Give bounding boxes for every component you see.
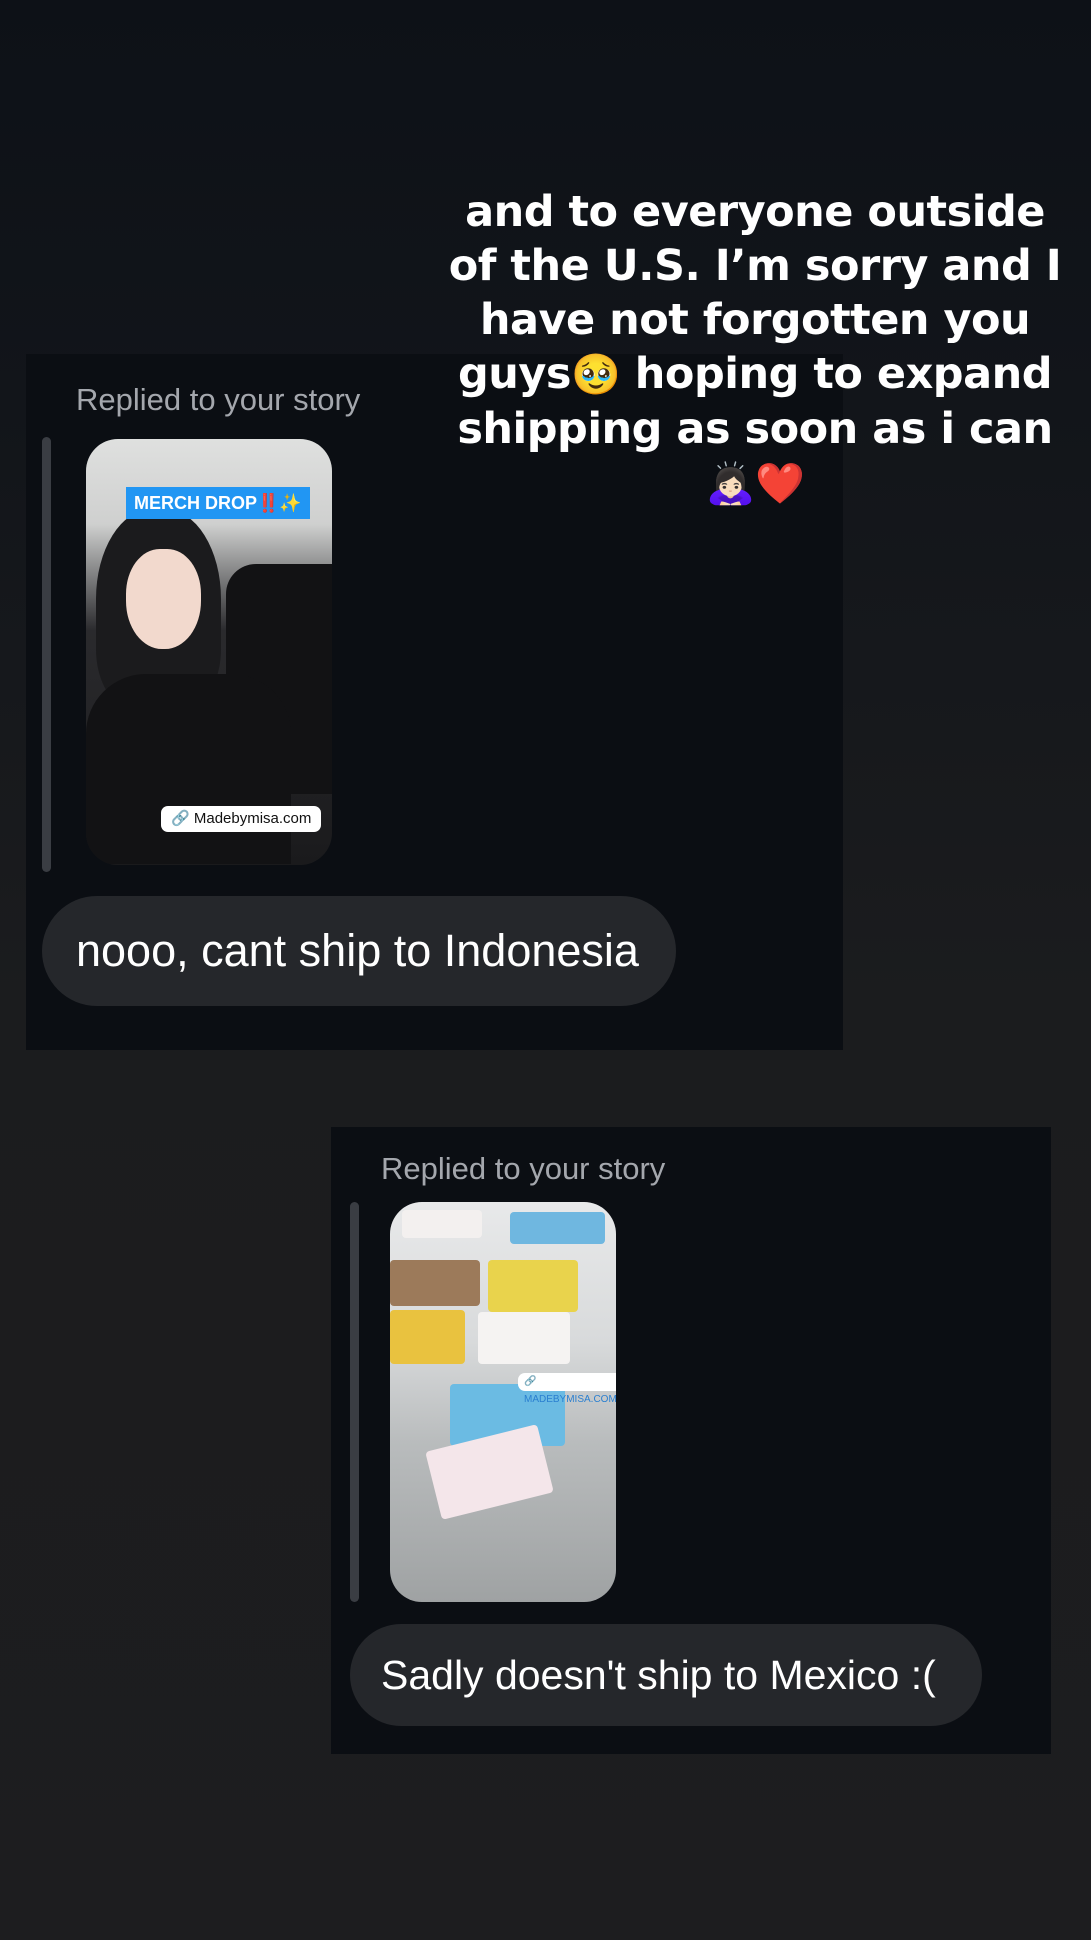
person-shirt bbox=[86, 674, 291, 864]
caption-text: hoping to expand bbox=[620, 349, 1053, 399]
note-card bbox=[402, 1210, 482, 1238]
note-card bbox=[488, 1260, 578, 1312]
note-card bbox=[390, 1310, 465, 1364]
note-card bbox=[425, 1424, 554, 1520]
quote-bar bbox=[42, 437, 51, 872]
bowing-woman-icon: 🙇🏻‍♀️ bbox=[705, 461, 756, 507]
pleading-face-icon: 🥹 bbox=[571, 352, 621, 398]
note-card bbox=[390, 1260, 480, 1306]
note-card bbox=[478, 1312, 570, 1364]
link-icon: 🔗 bbox=[524, 1376, 537, 1387]
red-heart-icon: ❤️ bbox=[755, 461, 805, 507]
link-text: Madebymisa.com bbox=[193, 810, 312, 827]
link-text: MADEBYMISA.COM bbox=[524, 1394, 616, 1405]
quote-bar bbox=[350, 1202, 359, 1602]
person-face bbox=[126, 549, 201, 649]
link-icon: 🔗 bbox=[171, 810, 190, 827]
link-sticker[interactable]: 🔗 Madebymisa.com bbox=[161, 806, 322, 832]
link-sticker[interactable]: 🔗 MADEBYMISA.COM bbox=[518, 1373, 616, 1405]
replied-label: Replied to your story bbox=[381, 1151, 666, 1186]
story-thumbnail[interactable]: MERCH DROP‼️✨ 🔗 Madebymisa.com bbox=[86, 439, 332, 865]
note-card bbox=[510, 1212, 605, 1244]
caption-line: and to everyone outside bbox=[465, 187, 1045, 237]
caption-text: guys bbox=[457, 349, 572, 399]
story-thumbnail[interactable]: 🔗 MADEBYMISA.COM bbox=[390, 1202, 616, 1602]
story-caption: and to everyone outside of the U.S. I’m … bbox=[445, 185, 1065, 511]
caption-line: guys🥹 hoping to expand bbox=[445, 347, 1065, 402]
caption-line: of the U.S. I’m sorry and I bbox=[448, 241, 1062, 291]
message-bubble: Sadly doesn't ship to Mexico :( bbox=[350, 1624, 982, 1726]
dm-screenshot-2: Replied to your story 🔗 MADEBYMISA.COM S… bbox=[331, 1127, 1051, 1754]
replied-label: Replied to your story bbox=[76, 382, 361, 417]
caption-line: have not forgotten you bbox=[479, 295, 1031, 345]
merch-drop-sticker: MERCH DROP‼️✨ bbox=[126, 487, 310, 519]
caption-line: 🙇🏻‍♀️❤️ bbox=[445, 456, 1065, 511]
message-bubble: nooo, cant ship to Indonesia bbox=[42, 896, 676, 1006]
caption-line: shipping as soon as i can bbox=[457, 404, 1053, 454]
